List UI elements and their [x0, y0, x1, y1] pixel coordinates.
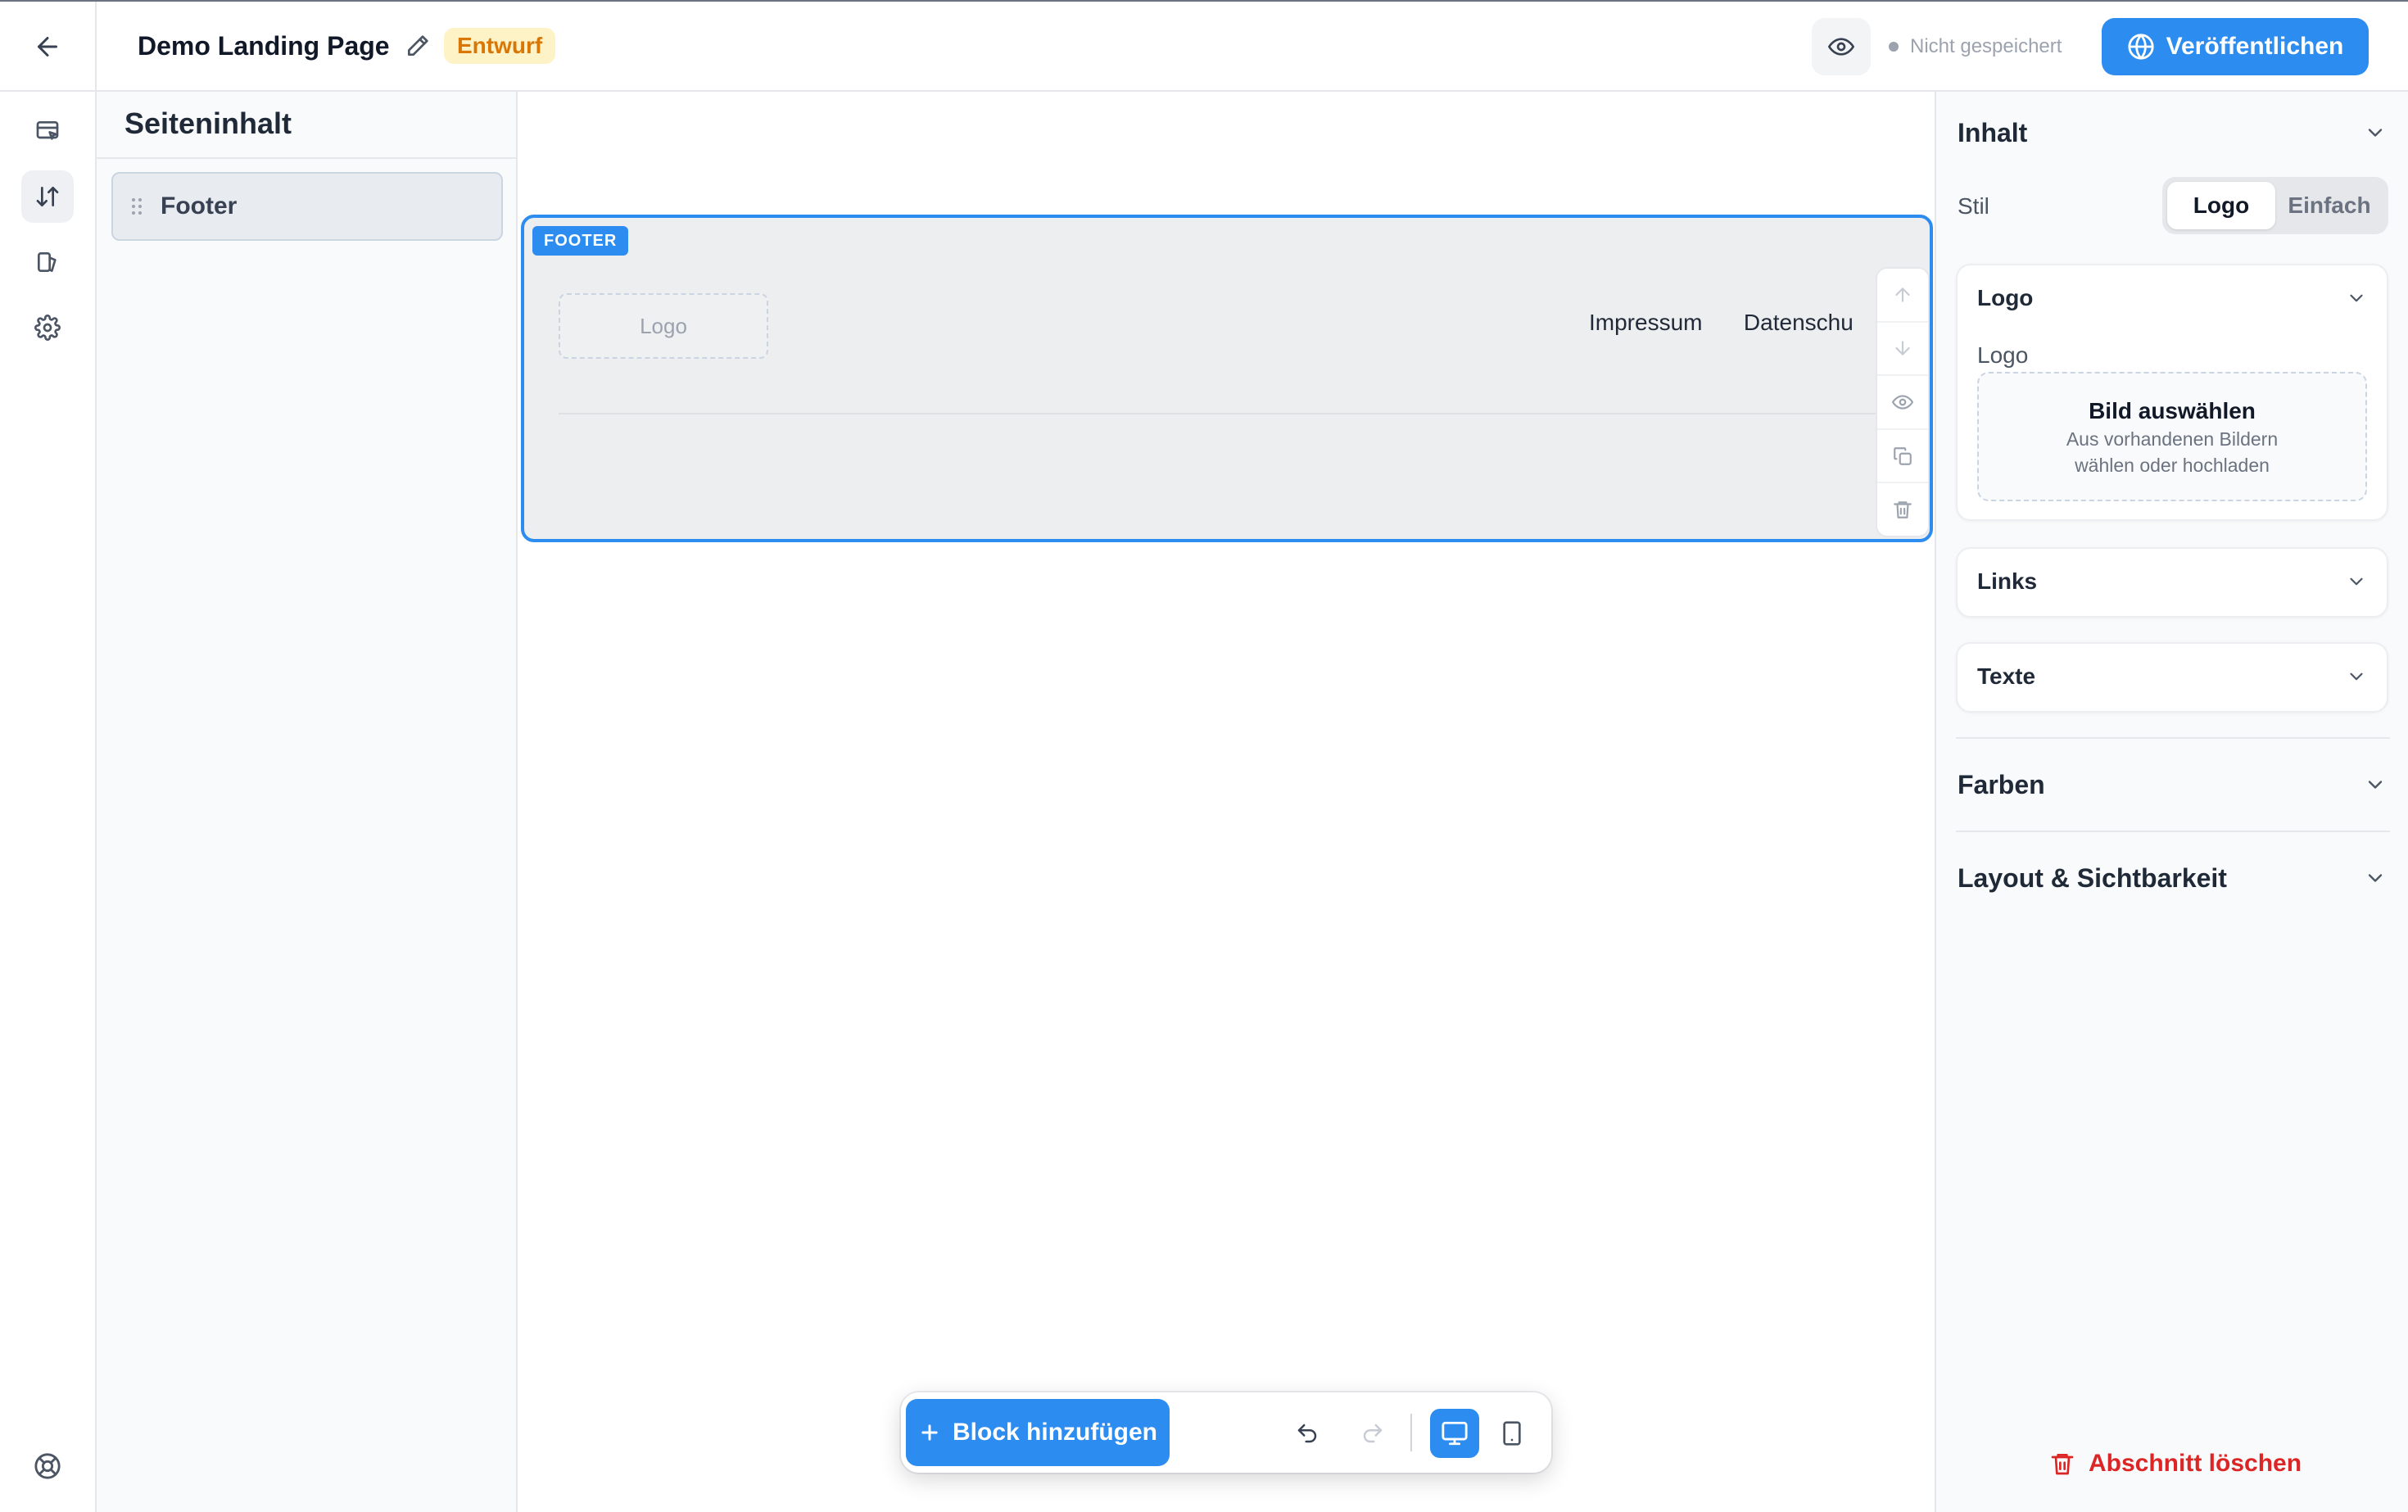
duplicate-button[interactable]: [1877, 430, 1928, 484]
dropzone-subtitle: Aus vorhandenen Bildern wählen oder hoch…: [2066, 428, 2279, 476]
chevron-down-icon: [2350, 577, 2363, 586]
save-status-label: Nicht gespeichert: [1910, 35, 2062, 57]
rail-structure-button[interactable]: [21, 170, 74, 223]
status-dot: [1889, 42, 1899, 52]
logo-field-label: Logo: [1977, 342, 2029, 368]
arrow-left-icon: [38, 37, 57, 57]
publish-label: Veröffentlichen: [2166, 33, 2344, 60]
arrow-down-icon: [1895, 341, 1910, 356]
plus-icon: [921, 1424, 938, 1441]
image-dropzone[interactable]: Bild auswählen Aus vorhandenen Bildern w…: [1977, 372, 2367, 501]
layers-icon: [38, 252, 57, 272]
page-cursor-icon: [36, 121, 59, 140]
desktop-view-button[interactable]: [1430, 1409, 1479, 1458]
section-farben-title: Farben: [1958, 769, 2045, 799]
back-button[interactable]: [0, 2, 97, 92]
editor-canvas: FOOTER Logo Impressum Datenschu: [518, 92, 1935, 1512]
logo-card: Logo Logo Bild auswählen Aus vorhandenen…: [1956, 264, 2388, 521]
properties-panel: Inhalt Stil Logo Einfach Logo Logo Bild …: [1935, 92, 2408, 1512]
tree-item-footer[interactable]: Footer: [111, 172, 503, 241]
footer-link-impressum[interactable]: Impressum: [1589, 310, 1702, 335]
trash-icon: [1894, 501, 1912, 519]
chevron-down-icon: [2368, 129, 2383, 137]
stil-label: Stil: [1958, 193, 1989, 219]
texte-card[interactable]: Texte: [1956, 642, 2388, 713]
eye-icon: [1828, 38, 1854, 56]
chevron-down-icon: [2368, 781, 2383, 789]
structure-panel-title: Seiteninhalt: [97, 92, 516, 159]
logo-card-header[interactable]: Logo: [1977, 282, 2367, 315]
chevron-down-icon: [2350, 294, 2363, 302]
footer-divider: [559, 413, 1902, 414]
logo-card-title: Logo: [1977, 285, 2034, 310]
texte-card-title: Texte: [1977, 663, 2036, 689]
undo-button[interactable]: [1283, 1409, 1332, 1458]
footer-block[interactable]: FOOTER Logo Impressum Datenschu: [521, 215, 1933, 542]
links-card-title: Links: [1977, 568, 2038, 594]
block-toolbar: [1876, 267, 1930, 537]
publish-button[interactable]: Veröffentlichen: [2102, 18, 2369, 75]
move-down-button[interactable]: [1877, 323, 1928, 377]
eye-icon: [1892, 395, 1913, 410]
status-badge: Entwurf: [444, 28, 556, 64]
section-divider: [1956, 831, 2390, 832]
lifebuoy-icon: [34, 1453, 61, 1479]
save-status: Nicht gespeichert: [1889, 33, 2062, 61]
tablet-view-button[interactable]: [1487, 1409, 1537, 1458]
logo-placeholder[interactable]: Logo: [559, 293, 768, 359]
chevron-down-icon: [2368, 874, 2383, 882]
drag-handle-icon[interactable]: [131, 197, 143, 216]
delete-block-button[interactable]: [1877, 483, 1928, 536]
tablet-icon: [1503, 1421, 1521, 1446]
stil-option-logo[interactable]: Logo: [2167, 182, 2275, 229]
delete-section-label: Abschnitt löschen: [2089, 1450, 2302, 1477]
pencil-icon[interactable]: [405, 33, 431, 59]
rail-page-button[interactable]: [21, 105, 74, 157]
sort-arrows-icon: [36, 187, 59, 206]
left-rail: [0, 92, 97, 1512]
toggle-visibility-button[interactable]: [1877, 376, 1928, 430]
rail-layers-button[interactable]: [21, 236, 74, 288]
chevron-down-icon: [2350, 672, 2363, 681]
section-layout-title: Layout & Sichtbarkeit: [1958, 862, 2227, 893]
undo-icon: [1297, 1424, 1317, 1443]
rail-settings-button[interactable]: [21, 301, 74, 354]
section-inhalt-title: Inhalt: [1958, 117, 2028, 147]
stil-option-einfach[interactable]: Einfach: [2275, 182, 2383, 229]
move-up-button[interactable]: [1877, 269, 1928, 323]
texte-card-header[interactable]: Texte: [1977, 660, 2367, 693]
delete-section-button[interactable]: Abschnitt löschen: [2049, 1443, 2302, 1484]
structure-panel: Seiteninhalt Footer: [97, 92, 518, 1512]
footer-link-datenschutz[interactable]: Datenschu: [1744, 310, 1854, 335]
page-title[interactable]: Demo Landing Page: [138, 26, 390, 66]
desktop-icon: [1442, 1421, 1468, 1446]
page-editor: Demo Landing Page Entwurf Nicht gespeich…: [0, 0, 2408, 1512]
section-farben-header[interactable]: Farben: [1958, 760, 2387, 809]
toolbar-separator: [1410, 1414, 1412, 1451]
links-card-header[interactable]: Links: [1977, 565, 2367, 598]
footer-links: Impressum Datenschu: [1589, 310, 1891, 336]
block-tag: FOOTER: [532, 226, 629, 256]
bottom-toolbar: Block hinzufügen: [901, 1392, 1551, 1473]
redo-button[interactable]: [1348, 1409, 1397, 1458]
globe-icon: [2128, 34, 2154, 60]
preview-button[interactable]: [1812, 18, 1871, 75]
dropzone-title: Bild auswählen: [2089, 398, 2256, 423]
links-card[interactable]: Links: [1956, 547, 2388, 618]
top-bar: Demo Landing Page Entwurf Nicht gespeich…: [0, 0, 2408, 92]
tree-item-label: Footer: [161, 192, 238, 220]
trash-icon: [2051, 1454, 2074, 1475]
stil-segmented-control: Logo Einfach: [2162, 177, 2388, 234]
copy-icon: [1894, 446, 1912, 465]
arrow-up-icon: [1895, 287, 1910, 302]
section-divider: [1956, 737, 2390, 739]
section-inhalt-header[interactable]: Inhalt: [1958, 108, 2387, 157]
gear-icon: [34, 315, 61, 341]
section-layout-header[interactable]: Layout & Sichtbarkeit: [1958, 853, 2387, 903]
rail-help-button[interactable]: [21, 1440, 74, 1492]
redo-icon: [1363, 1424, 1383, 1443]
add-block-button[interactable]: Block hinzufügen: [906, 1399, 1170, 1466]
add-block-label: Block hinzufügen: [953, 1419, 1157, 1446]
